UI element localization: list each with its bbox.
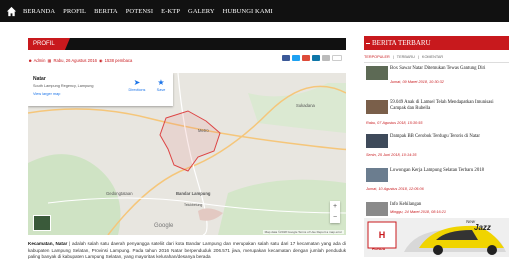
profile-paragraph: Kecamatan, Natar | adalah salah satu dae… xyxy=(28,241,346,261)
tab-terbaru[interactable]: TERBARU xyxy=(397,55,415,59)
linkedin-share-icon[interactable] xyxy=(312,55,320,61)
section-tab-profil: PROFIL xyxy=(28,38,70,50)
news-title[interactable]: Dampak BB Cerobok Terdugu Teroris di Nat… xyxy=(390,134,505,140)
news-title[interactable]: Lowongan Kerja Lampung Selatan Terbaru 2… xyxy=(390,168,505,174)
satellite-toggle[interactable] xyxy=(33,215,51,231)
news-item[interactable]: Box Sawar Natar Ditemukan Tewas Gantung … xyxy=(364,63,509,97)
zoom-control: + − xyxy=(330,201,340,223)
map-label-metro: Metro xyxy=(198,128,209,133)
news-date: Jumat, 09 Maret 2018, 10:30:32 xyxy=(390,80,444,84)
user-icon: ☻ xyxy=(28,57,33,63)
news-date: Senin, 25 Juni 2018, 10:14:35 xyxy=(366,153,417,157)
honda-jazz-ad-banner[interactable]: H HONDA New Jazz xyxy=(364,218,509,257)
news-date: Rabu, 07 Agustus 2018, 15:30:55 xyxy=(366,121,423,125)
nav-ektp[interactable]: E-KTP xyxy=(161,8,180,15)
calendar-icon: ▦ xyxy=(47,57,52,63)
map-label-telukbetung: Telukbetung xyxy=(184,203,203,207)
news-thumbnail[interactable] xyxy=(366,100,388,114)
nav-beranda[interactable]: BERANDA xyxy=(23,8,55,15)
news-item[interactable]: Lowongan Kerja Lampung Selatan Terbaru 2… xyxy=(364,165,509,199)
top-navbar: BERANDA PROFIL BERITA POTENSI E-KTP GALE… xyxy=(0,0,509,22)
news-date: Jumat, 10 Agustus 2018, 12:05:06 xyxy=(366,187,424,191)
home-icon[interactable] xyxy=(6,6,17,17)
ad-model: Jazz xyxy=(474,223,491,232)
news-title[interactable]: Box Sawar Natar Ditemukan Tewas Gantung … xyxy=(390,66,505,72)
post-meta: ☻ Admin ▦ Rabu, 26 Agustus 2016 ◉ 1538 p… xyxy=(28,55,346,65)
twitter-share-icon[interactable] xyxy=(292,55,300,61)
nav-potensi[interactable]: POTENSI xyxy=(126,8,153,15)
nav-galery[interactable]: GALERY xyxy=(188,8,215,15)
map-label-gedongtataan: Gedongtataan xyxy=(106,191,133,196)
news-title[interactable]: 59.049 Anak di Lamsel Telah Mendapatkan … xyxy=(390,100,505,112)
googleplus-share-icon[interactable] xyxy=(302,55,310,61)
map-info-card: Natar South Lampung Regency, Lampung Vie… xyxy=(28,73,173,106)
sidebar-tabs: TERPOPULER | TERBARU | KOMENTAR xyxy=(364,55,509,63)
nav-berita[interactable]: BERITA xyxy=(94,8,118,15)
ad-brand: HONDA xyxy=(372,247,386,251)
facebook-share-icon[interactable] xyxy=(282,55,290,61)
news-item[interactable]: 59.049 Anak di Lamsel Telah Mendapatkan … xyxy=(364,97,509,131)
directions-label: Directions xyxy=(128,88,146,92)
news-title[interactable]: Info Kehilangan xyxy=(390,202,505,208)
news-thumbnail[interactable] xyxy=(366,134,388,148)
tab-terpopuler[interactable]: TERPOPULER xyxy=(364,55,390,59)
section-header-bar: PROFIL xyxy=(28,38,346,50)
nav-hubungi-kami[interactable]: HUBUNGI KAMI xyxy=(223,8,273,15)
post-author[interactable]: Admin xyxy=(34,58,46,63)
map-label-sukadana: Sukadana xyxy=(296,103,315,108)
paragraph-text: | adalah salah satu daerah penyangga sat… xyxy=(28,241,346,259)
directions-icon: ➤ xyxy=(133,78,141,87)
share-count xyxy=(332,55,342,61)
star-icon: ★ xyxy=(157,78,165,87)
google-logo: Google xyxy=(154,223,174,229)
embedded-map[interactable]: Natar South Lampung Regency, Lampung Vie… xyxy=(28,73,346,235)
eye-icon: ◉ xyxy=(98,57,103,63)
news-item[interactable]: Info Kehilangan Minggu, 24 Maret 2018, 0… xyxy=(364,199,509,219)
zoom-out-button[interactable]: − xyxy=(330,212,340,223)
share-buttons xyxy=(282,55,342,61)
post-date: Rabu, 26 Agustus 2016 xyxy=(53,57,97,63)
svg-text:H: H xyxy=(379,230,386,240)
news-thumbnail[interactable] xyxy=(366,202,388,216)
paragraph-lead: Kecamatan, Natar xyxy=(28,241,68,246)
directions-button[interactable]: ➤ Directions xyxy=(126,78,148,93)
nav-profil[interactable]: PROFIL xyxy=(63,8,86,15)
view-larger-map-link[interactable]: View larger map xyxy=(33,92,168,96)
map-attribution: Map data ©2018 Google Terms of Use Repor… xyxy=(262,230,344,234)
news-item[interactable]: Dampak BB Cerobok Terdugu Teroris di Nat… xyxy=(364,131,509,165)
sidebar-title: BERITA TERBARU xyxy=(364,36,509,50)
map-label-bandar-lampung: Bandar Lampung xyxy=(176,191,211,196)
email-share-icon[interactable] xyxy=(322,55,330,61)
post-views: 1538 pembaca xyxy=(104,57,133,63)
zoom-in-button[interactable]: + xyxy=(330,201,340,212)
save-label: Save xyxy=(156,88,166,92)
tab-komentar[interactable]: KOMENTAR xyxy=(422,55,443,59)
main-content: PROFIL ☻ Admin ▦ Rabu, 26 Agustus 2016 ◉… xyxy=(28,38,346,261)
news-thumbnail[interactable] xyxy=(366,168,388,182)
news-thumbnail[interactable] xyxy=(366,66,388,80)
sidebar: BERITA TERBARU TERPOPULER | TERBARU | KO… xyxy=(364,36,509,219)
save-button[interactable]: ★ Save xyxy=(152,78,170,93)
news-date: Minggu, 24 Maret 2018, 08:16:21 xyxy=(390,210,446,214)
